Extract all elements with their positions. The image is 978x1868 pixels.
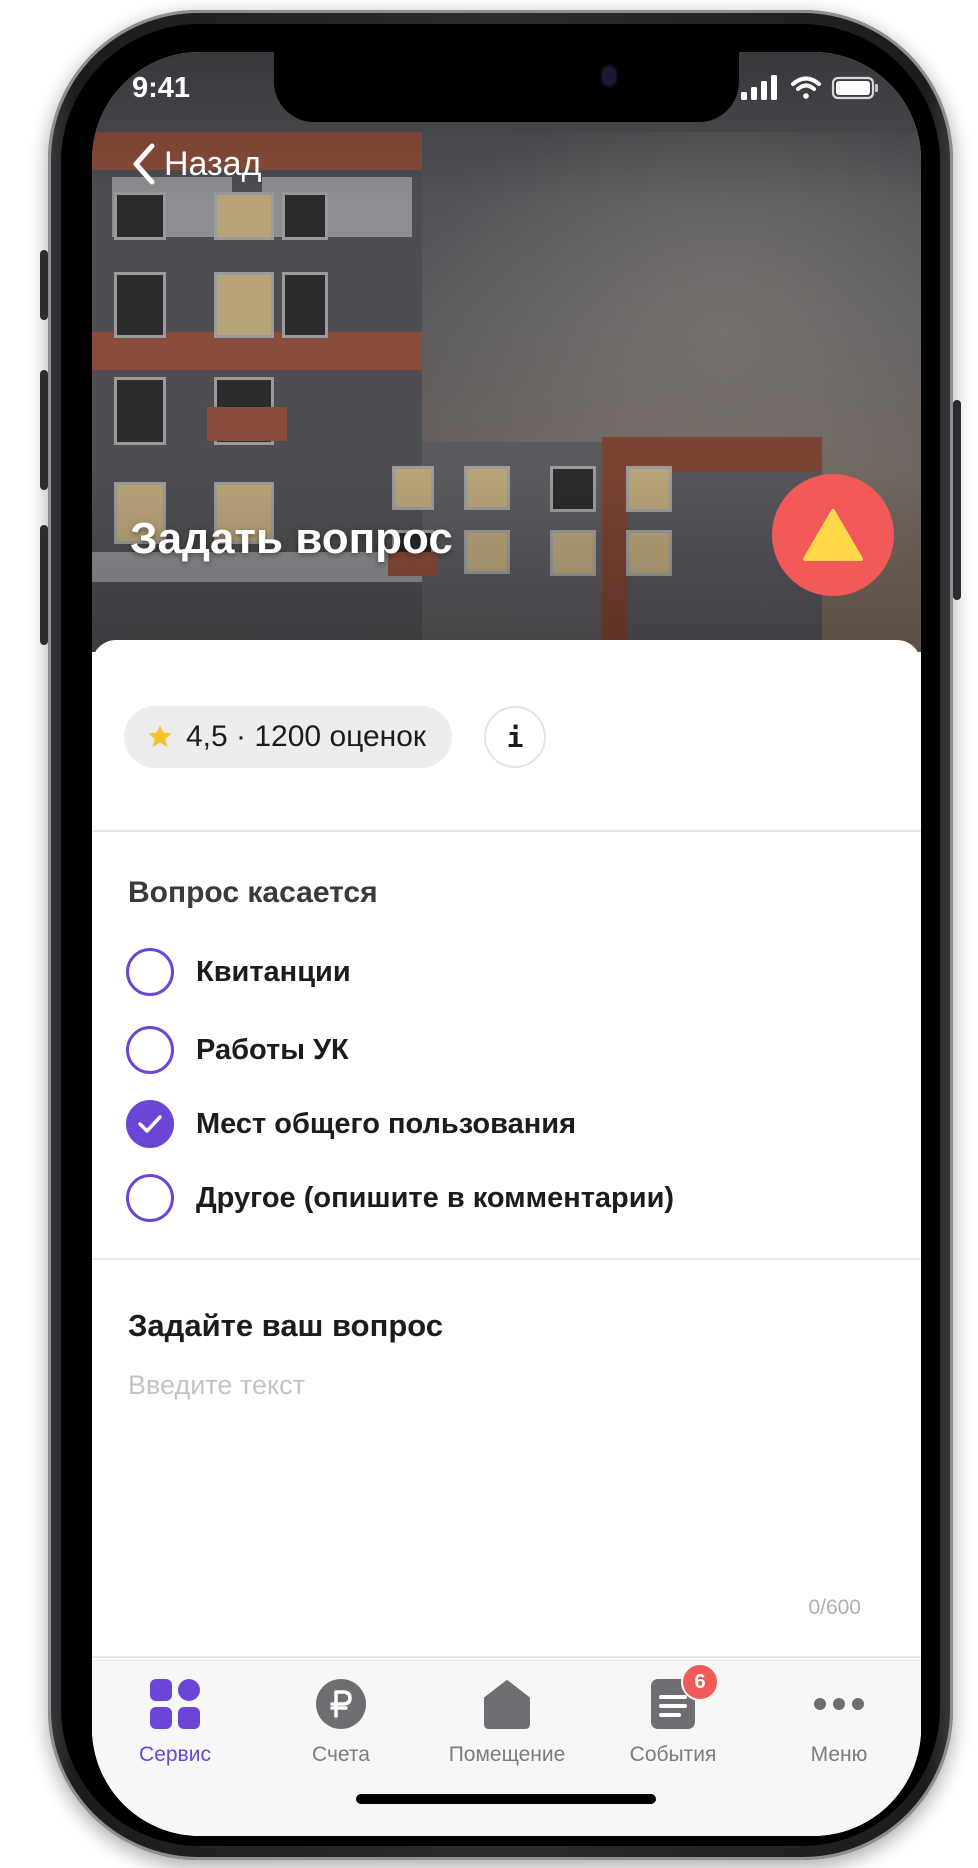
tab-label: События [629,1743,717,1766]
events-document-icon: 6 [649,1663,719,1733]
more-dots-icon [813,1675,865,1733]
tab-bar: Сервис Счета Помещение 6 События Меню [92,1660,921,1836]
tab-services[interactable]: Сервис [92,1675,258,1767]
alert-fab-button[interactable] [772,474,894,596]
volume-up-button [40,370,48,490]
divider [92,1656,921,1658]
silent-switch [40,250,48,320]
question-textarea[interactable] [128,1370,868,1530]
chevron-left-icon [133,143,155,185]
page-title: Задать вопрос [130,514,453,563]
radio-label: Мест общего пользования [196,1107,576,1140]
topic-section-title: Вопрос касается [128,876,378,909]
radio-option-uk-works[interactable]: Работы УК [126,1024,349,1076]
wifi-icon [791,76,821,99]
radio-option-other[interactable]: Другое (опишите в комментарии) [126,1172,674,1224]
back-button[interactable]: Назад [130,142,261,186]
cellular-signal-icon [741,75,777,100]
status-icons [741,74,881,102]
checkmark-icon [138,1115,162,1133]
warning-triangle-icon [803,509,863,561]
app-screen: 9:41 Назад Задать вопрос 4,5 · 1200 оцен… [92,52,921,1836]
radio-button[interactable] [126,948,174,996]
radio-label: Работы УК [196,1033,349,1066]
character-counter: 0/600 [808,1596,861,1619]
radio-label: Квитанции [196,955,351,988]
tab-bills[interactable]: Счета [258,1675,424,1767]
volume-down-button [40,525,48,645]
device-notch [274,52,739,122]
tab-label: Счета [312,1743,370,1766]
radio-label: Другое (опишите в комментарии) [196,1181,675,1214]
tab-events[interactable]: 6 События [590,1663,756,1767]
tab-label: Меню [810,1743,868,1766]
rating-text: 4,5 · 1200 оценок [186,720,427,753]
power-button [953,400,961,600]
rating-chip[interactable]: 4,5 · 1200 оценок [124,706,453,768]
status-time: 9:41 [132,72,191,104]
tab-menu[interactable]: Меню [756,1675,921,1767]
radio-option-common-areas[interactable]: Мест общего пользования [126,1098,576,1150]
tab-label: Сервис [139,1743,211,1766]
home-indicator [356,1794,656,1804]
info-icon: i [506,720,524,754]
star-icon [146,723,174,751]
camera-indicator [604,68,614,84]
info-button[interactable]: i [484,706,546,768]
radio-button[interactable] [126,1026,174,1074]
tab-label: Помещение [448,1743,566,1766]
notification-badge: 6 [681,1663,719,1701]
back-label: Назад [164,144,262,183]
battery-icon [831,76,878,100]
radio-button[interactable] [126,1174,174,1222]
question-title: Задайте ваш вопрос [128,1308,444,1343]
form-sheet: 4,5 · 1200 оценок i Вопрос касается Квит… [92,640,921,1836]
divider [92,1258,921,1260]
ruble-icon [315,1675,367,1733]
tab-premises[interactable]: Помещение [424,1675,590,1767]
services-grid-icon [149,1675,201,1733]
home-icon [481,1675,533,1733]
radio-button-checked[interactable] [126,1100,174,1148]
radio-option-receipts[interactable]: Квитанции [126,946,351,998]
divider [92,830,921,832]
